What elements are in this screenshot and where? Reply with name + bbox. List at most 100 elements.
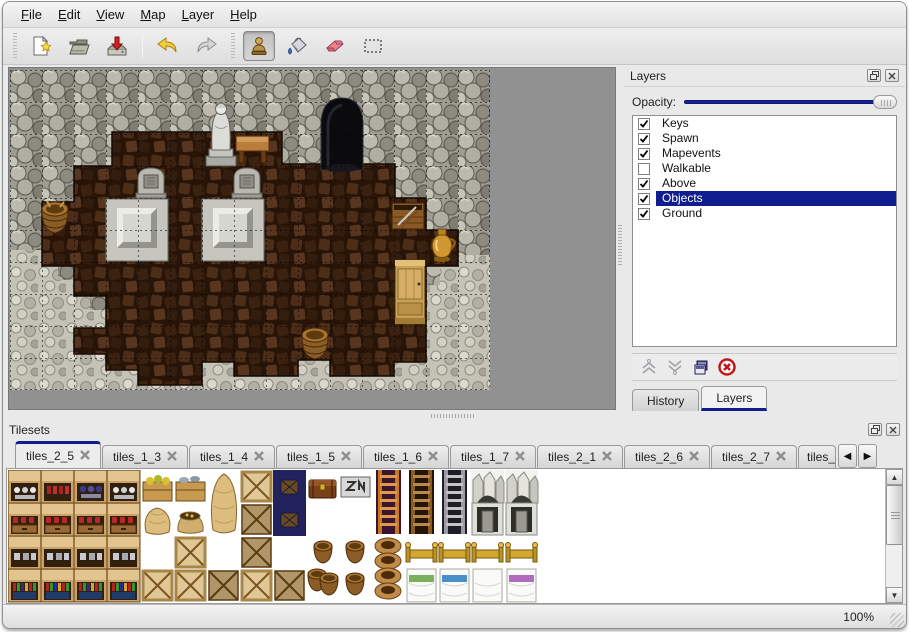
layer-row-walkable[interactable]: Walkable: [633, 161, 896, 176]
tileset-tab-tiles_2_6[interactable]: tiles_2_6: [624, 445, 710, 468]
layer-row-above[interactable]: Above: [633, 176, 896, 191]
dock-tab-history[interactable]: History: [632, 389, 699, 411]
scroll-tabs-left-button[interactable]: ◀: [838, 444, 857, 468]
scrollbar-thumb[interactable]: [886, 485, 903, 545]
float-icon: [870, 71, 879, 80]
move-down-icon: [666, 358, 684, 376]
stamp-person-icon: [247, 34, 271, 58]
toolbar-handle[interactable]: [229, 33, 236, 59]
layer-visibility-checkbox[interactable]: [638, 133, 650, 145]
opacity-slider[interactable]: [684, 94, 897, 110]
menu-help[interactable]: Help: [222, 5, 265, 24]
tileset-tab-tiles_2_7[interactable]: tiles_2_7: [711, 445, 797, 468]
close-tab-icon[interactable]: [689, 450, 699, 464]
tileset-tab-label: tiles_2_5: [26, 449, 74, 463]
save-icon: [105, 34, 129, 58]
layer-list[interactable]: KeysSpawnMapeventsWalkableAboveObjectsGr…: [632, 115, 897, 347]
layer-row-spawn[interactable]: Spawn: [633, 131, 896, 146]
layer-row-mapevents[interactable]: Mapevents: [633, 146, 896, 161]
layer-visibility-checkbox[interactable]: [638, 148, 650, 160]
menu-file[interactable]: File: [13, 5, 50, 24]
workspace: Layers Opacity:: [3, 65, 906, 412]
resize-grip[interactable]: [890, 613, 904, 627]
select-tool-button[interactable]: [357, 31, 389, 61]
layer-name: Walkable: [656, 161, 896, 176]
tileset-tab-tiles[interactable]: tiles_: [798, 445, 836, 468]
tileset-tab-label: tiles_1_7: [461, 450, 509, 464]
paint-bucket-icon: [285, 34, 309, 58]
layer-name: Above: [656, 176, 896, 191]
layer-row-keys[interactable]: Keys: [633, 116, 896, 131]
opacity-slider-track: [684, 100, 895, 104]
toolbar-handle[interactable]: [11, 33, 18, 59]
layer-row-ground[interactable]: Ground: [633, 206, 896, 221]
stamp-tool-button[interactable]: [243, 31, 275, 61]
tileset-tab-label: tiles_1_5: [287, 450, 335, 464]
tombstone: [232, 168, 262, 198]
map-canvas[interactable]: [8, 67, 616, 410]
open-file-button[interactable]: [63, 31, 95, 61]
layer-name: Spawn: [656, 131, 896, 146]
layer-name: Objects: [656, 191, 896, 206]
menu-map[interactable]: Map: [132, 5, 173, 24]
tileset-tab-label: tiles_2_6: [635, 450, 683, 464]
new-file-button[interactable]: [25, 31, 57, 61]
close-tab-icon[interactable]: [776, 450, 786, 464]
layer-row-objects[interactable]: Objects: [633, 191, 896, 206]
layer-visibility-checkbox[interactable]: [638, 193, 650, 205]
layers-panel-title: Layers: [630, 69, 863, 83]
close-panel-button[interactable]: [885, 69, 899, 82]
move-up-icon: [640, 358, 658, 376]
close-tilesets-button[interactable]: [886, 423, 900, 436]
save-file-button[interactable]: [101, 31, 133, 61]
menu-view[interactable]: View: [88, 5, 132, 24]
scroll-up-button[interactable]: ▲: [886, 469, 903, 485]
tileset-tab-tiles_1_5[interactable]: tiles_1_5: [276, 445, 362, 468]
horizontal-splitter[interactable]: [3, 412, 906, 419]
tileset-tab-tiles_2_5[interactable]: tiles_2_5: [15, 441, 101, 468]
move-layer-up-button[interactable]: [636, 355, 662, 379]
menu-edit[interactable]: Edit: [50, 5, 88, 24]
layer-visibility-checkbox[interactable]: [638, 118, 650, 130]
cabinet: [395, 260, 425, 324]
close-tab-icon[interactable]: [515, 450, 525, 464]
tileset-image[interactable]: [8, 470, 540, 604]
scroll-tabs-right-button[interactable]: ▶: [858, 444, 877, 468]
close-tab-icon[interactable]: [602, 450, 612, 464]
menu-layer[interactable]: Layer: [174, 5, 223, 24]
tileset-tab-tiles_1_4[interactable]: tiles_1_4: [189, 445, 275, 468]
dock-tab-bar: HistoryLayers: [632, 385, 769, 411]
dock-tab-layers[interactable]: Layers: [701, 386, 767, 411]
tombstone: [136, 168, 166, 198]
redo-button[interactable]: [190, 31, 222, 61]
undo-button[interactable]: [152, 31, 184, 61]
eraser-tool-button[interactable]: [319, 31, 351, 61]
tileset-scrollbar[interactable]: ▲ ▼: [885, 469, 902, 603]
move-layer-down-button[interactable]: [662, 355, 688, 379]
close-tab-icon[interactable]: [80, 449, 90, 463]
opacity-label: Opacity:: [632, 95, 676, 109]
close-tab-icon[interactable]: [341, 450, 351, 464]
float-panel-button[interactable]: [867, 69, 881, 82]
new-file-icon: [29, 34, 53, 58]
tileset-tab-label: tiles_2_1: [548, 450, 596, 464]
opacity-slider-handle[interactable]: [873, 95, 897, 109]
layer-visibility-checkbox[interactable]: [638, 178, 650, 190]
float-tilesets-button[interactable]: [868, 423, 882, 436]
fill-tool-button[interactable]: [281, 31, 313, 61]
close-tab-icon[interactable]: [428, 450, 438, 464]
scroll-down-button[interactable]: ▼: [886, 587, 903, 603]
delete-layer-button[interactable]: [714, 355, 740, 379]
tileset-tab-label: tiles_1_3: [113, 450, 161, 464]
layer-visibility-checkbox[interactable]: [638, 208, 650, 220]
tileset-tab-tiles_1_3[interactable]: tiles_1_3: [102, 445, 188, 468]
tileset-tab-tiles_1_6[interactable]: tiles_1_6: [363, 445, 449, 468]
layer-visibility-checkbox[interactable]: [638, 163, 650, 175]
close-tab-icon[interactable]: [254, 450, 264, 464]
tileset-tab-tiles_2_1[interactable]: tiles_2_1: [537, 445, 623, 468]
close-tab-icon[interactable]: [167, 450, 177, 464]
tileset-tab-tiles_1_7[interactable]: tiles_1_7: [450, 445, 536, 468]
duplicate-layer-button[interactable]: [688, 355, 714, 379]
vertical-splitter[interactable]: [616, 65, 624, 412]
close-icon: [888, 72, 896, 80]
